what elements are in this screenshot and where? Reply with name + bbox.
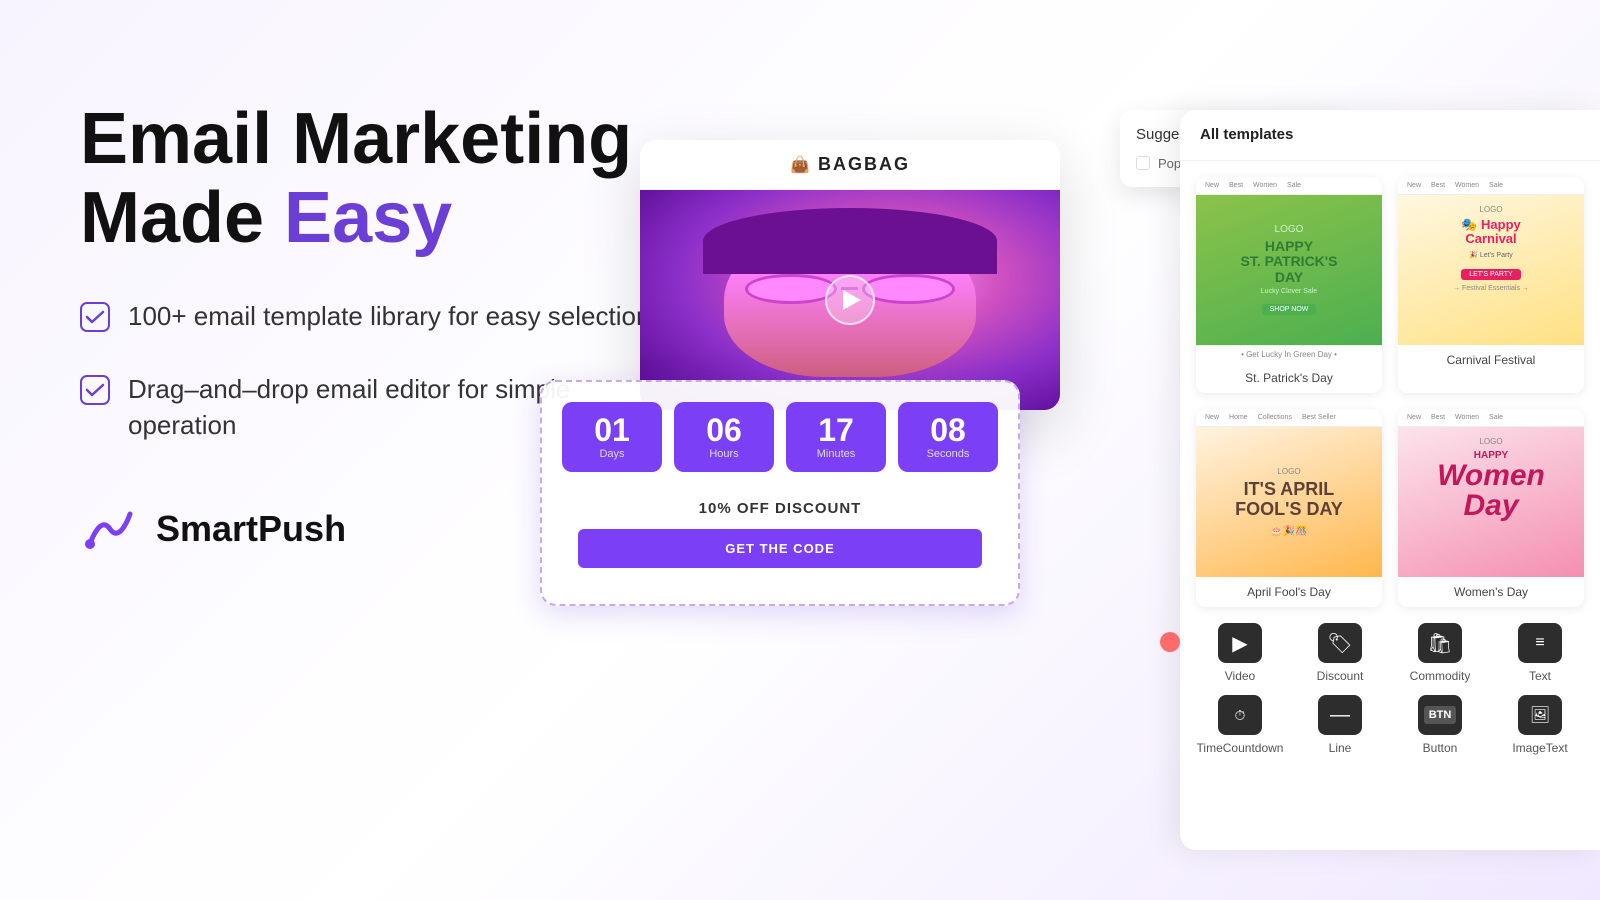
hours-value: 06: [706, 414, 742, 446]
bag-icon: 👜: [790, 155, 810, 175]
right-section: Suggestion ▾ Popular themes 60 All templ…: [600, 0, 1600, 900]
timecountdown-label: TimeCountdown: [1197, 741, 1284, 755]
minutes-label: Minutes: [817, 448, 856, 460]
discount-section: 10% OFF DISCOUNT GET THE CODE: [562, 484, 998, 584]
st-patrick-nav: New Best Women Sale: [1196, 177, 1382, 195]
discount-icon-box: 🏷: [1318, 623, 1362, 663]
minutes-value: 17: [818, 414, 854, 446]
timecountdown-icon: ⏱: [1235, 707, 1246, 724]
days-value: 01: [594, 414, 630, 446]
carnival-label: Carnival Festival: [1398, 345, 1584, 375]
feature-text-1: 100+ email template library for easy sel…: [128, 298, 650, 334]
carnival-image: LOGO 🎭 HappyCarnival 🎉 Let's Party LET'S…: [1398, 195, 1584, 345]
popular-themes-checkbox[interactable]: [1136, 156, 1150, 170]
templates-title: All templates: [1200, 126, 1293, 143]
imagetext-icon: 🖼: [1530, 705, 1550, 725]
imagetext-label: ImageText: [1512, 741, 1567, 755]
countdown-boxes: 01 Days 06 Hours 17 Minutes 08 Seconds: [562, 402, 998, 472]
line-icon-box: —: [1318, 695, 1362, 735]
templates-header: All templates: [1180, 110, 1600, 161]
line-label: Line: [1329, 741, 1352, 755]
discount-title: 10% OFF DISCOUNT: [578, 500, 982, 517]
st-patrick-label: St. Patrick's Day: [1196, 363, 1382, 393]
template-card-st-patrick[interactable]: New Best Women Sale LOGO HAPPYST. PATRIC…: [1196, 177, 1382, 393]
icon-item-timecountdown[interactable]: ⏱ TimeCountdown: [1196, 695, 1284, 755]
commodity-icon-box: 🛍: [1418, 623, 1462, 663]
connection-dot: [1160, 632, 1180, 652]
icon-item-discount[interactable]: 🏷 Discount: [1296, 623, 1384, 683]
check-icon-2: [80, 375, 110, 405]
timecountdown-icon-box: ⏱: [1218, 695, 1262, 735]
button-icon: BTN: [1424, 706, 1457, 724]
days-box: 01 Days: [562, 402, 662, 472]
video-icon: ▶: [1232, 631, 1247, 656]
button-label: Button: [1423, 741, 1458, 755]
text-label: Text: [1529, 669, 1551, 683]
discount-label: Discount: [1317, 669, 1364, 683]
womens-label: Women's Day: [1398, 577, 1584, 607]
video-icon-box: ▶: [1218, 623, 1262, 663]
line-icon: —: [1330, 704, 1350, 727]
smartpush-logo-icon: [80, 504, 140, 554]
play-icon: [843, 290, 861, 310]
icon-item-text[interactable]: ≡ Text: [1496, 623, 1584, 683]
minutes-box: 17 Minutes: [786, 402, 886, 472]
days-label: Days: [599, 448, 624, 460]
april-label: April Fool's Day: [1196, 577, 1382, 607]
bottom-icons-grid: ▶ Video 🏷 Discount 🛍 Commodity: [1196, 623, 1584, 755]
commodity-label: Commodity: [1410, 669, 1471, 683]
icon-item-line[interactable]: — Line: [1296, 695, 1384, 755]
email-header: 👜 BAGBAG: [640, 140, 1060, 190]
templates-panel: All templates New Best Women Sale LOGO H…: [1180, 110, 1600, 850]
imagetext-icon-box: 🖼: [1518, 695, 1562, 735]
discount-icon: 🏷: [1327, 631, 1352, 656]
icon-item-imagetext[interactable]: 🖼 ImageText: [1496, 695, 1584, 755]
women-image: LOGO HAPPY WomenDay: [1398, 427, 1584, 577]
headline: Email Marketing Made Easy: [80, 100, 660, 258]
email-hero-image: [640, 190, 1060, 410]
email-preview-card: 👜 BAGBAG ▲ ▼: [640, 140, 1060, 410]
feature-item-1: 100+ email template library for easy sel…: [80, 298, 660, 334]
icon-item-commodity[interactable]: 🛍 Commodity: [1396, 623, 1484, 683]
play-button[interactable]: [825, 275, 875, 325]
seconds-value: 08: [930, 414, 966, 446]
april-image: LOGO IT'S APRILFOOL'S DAY 🎂🎉🎊: [1196, 427, 1382, 577]
logo-text: SmartPush: [156, 508, 346, 550]
headline-line1: Email Marketing: [80, 99, 632, 179]
womens-nav: New Best Women Sale: [1398, 409, 1584, 427]
text-icon: ≡: [1535, 634, 1544, 652]
icon-item-button[interactable]: BTN Button: [1396, 695, 1484, 755]
seconds-box: 08 Seconds: [898, 402, 998, 472]
headline-line2-normal: Made: [80, 178, 284, 258]
seconds-label: Seconds: [927, 448, 970, 460]
template-grid: New Best Women Sale LOGO HAPPYST. PATRIC…: [1180, 161, 1600, 623]
brand-name: BAGBAG: [818, 154, 910, 175]
icon-item-video[interactable]: ▶ Video: [1196, 623, 1284, 683]
hours-box: 06 Hours: [674, 402, 774, 472]
countdown-section: 01 Days 06 Hours 17 Minutes 08 Seconds 1…: [540, 380, 1020, 606]
text-icon-box: ≡: [1518, 623, 1562, 663]
template-card-april-fools[interactable]: New Home Collections Best Seller LOGO IT…: [1196, 409, 1382, 607]
template-card-womens-day[interactable]: New Best Women Sale LOGO HAPPY WomenDay …: [1398, 409, 1584, 607]
st-patrick-image: LOGO HAPPYST. PATRICK'SDAY Lucky Clover …: [1196, 195, 1382, 345]
april-nav: New Home Collections Best Seller: [1196, 409, 1382, 427]
hours-label: Hours: [709, 448, 738, 460]
template-card-carnival[interactable]: New Best Women Sale LOGO 🎭 HappyCarnival…: [1398, 177, 1584, 393]
get-code-button[interactable]: GET THE CODE: [578, 529, 982, 568]
commodity-icon: 🛍: [1427, 631, 1452, 656]
carnival-nav: New Best Women Sale: [1398, 177, 1584, 195]
check-icon-1: [80, 302, 110, 332]
headline-highlight: Easy: [284, 178, 452, 258]
button-icon-box: BTN: [1418, 695, 1462, 735]
video-label: Video: [1225, 669, 1255, 683]
